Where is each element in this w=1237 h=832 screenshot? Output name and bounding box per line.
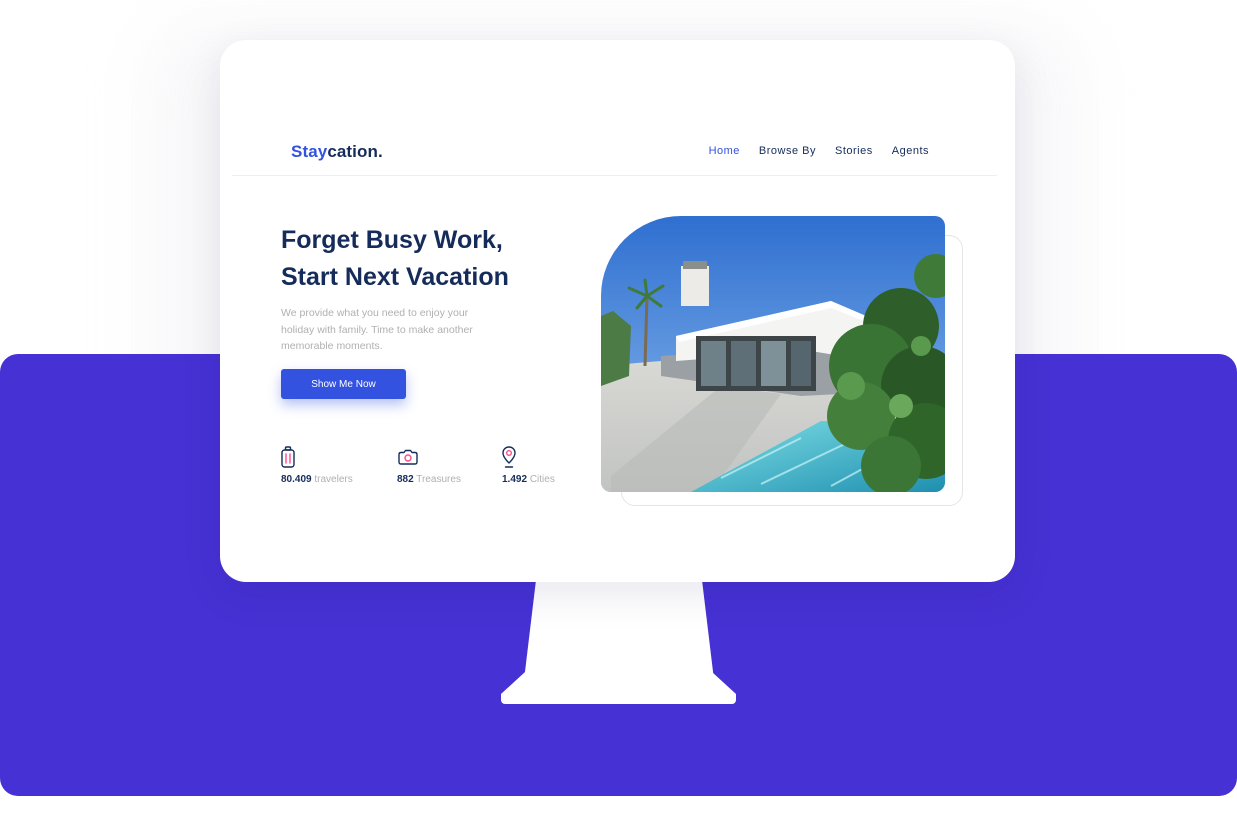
nav-menu: Home Browse By Stories Agents — [709, 145, 929, 157]
monitor-stand-base — [501, 672, 736, 704]
stat-travelers-value: 80.409 — [281, 474, 312, 485]
stat-travelers: 80.409 travelers — [281, 446, 353, 485]
brand-logo[interactable]: Staycation. — [291, 142, 383, 162]
stat-cities-value: 1.492 — [502, 474, 528, 485]
hero-description: We provide what you need to enjoy your h… — [281, 307, 473, 352]
stat-treasures-label: Treasures — [416, 474, 461, 485]
hero-title: Forget Busy Work, Start Next Vacation — [281, 222, 581, 296]
nav-item-stories[interactable]: Stories — [835, 145, 873, 157]
nav-item-home[interactable]: Home — [709, 145, 740, 157]
show-me-now-button[interactable]: Show Me Now — [281, 369, 406, 399]
brand-logo-suffix: cation. — [327, 142, 383, 161]
hero-title-line-2: Start Next Vacation — [281, 263, 509, 291]
luggage-icon — [281, 446, 295, 468]
stat-travelers-label: travelers — [314, 474, 353, 485]
stat-treasures-value: 882 — [397, 474, 414, 485]
nav-item-browse-by[interactable]: Browse By — [759, 145, 816, 157]
navbar: Staycation. Home Browse By Stories Agent… — [232, 128, 997, 176]
hero-title-line-1: Forget Busy Work, — [281, 226, 503, 254]
monitor-stand-neck — [524, 580, 714, 680]
location-pin-icon — [502, 446, 516, 468]
villa-pool-photo — [601, 216, 945, 492]
stat-cities-label: Cities — [529, 474, 555, 485]
stat-treasures: 882 Treasures — [397, 446, 461, 485]
camera-icon — [398, 449, 418, 465]
nav-item-agents[interactable]: Agents — [892, 145, 929, 157]
stat-cities: 1.492 Cities — [502, 446, 555, 485]
hero-image — [601, 216, 945, 492]
brand-logo-prefix: Stay — [291, 142, 328, 161]
